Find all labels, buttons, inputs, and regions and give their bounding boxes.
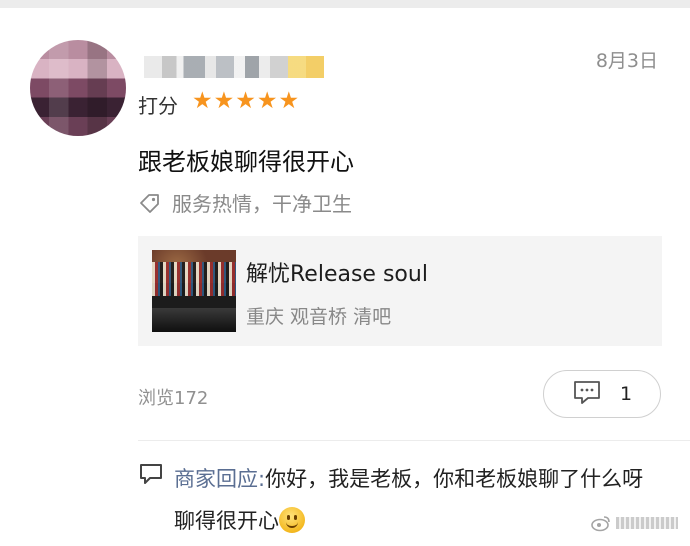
review-text: 跟老板娘聊得很开心 [138,148,354,176]
comment-count: 1 [619,383,633,405]
shop-thumbnail [152,250,236,332]
divider [138,440,690,441]
star-icon: ★ [278,88,300,114]
merchant-reply: 商家回应:你好，我是老板，你和老板娘聊了什么呀聊得很开心 [174,458,654,542]
review-date: 8月3日 [595,50,658,72]
speech-bubble-icon [138,462,164,490]
tag-icon [138,191,162,215]
comment-button[interactable]: 1 [543,370,661,418]
watermark-logo [590,514,678,532]
avatar[interactable] [30,40,126,136]
comment-icon [572,379,602,409]
shop-name: 解忧Release soul [246,262,428,287]
weibo-icon [591,516,610,532]
view-count: 浏览172 [138,388,209,409]
rating-label: 打分 [138,94,178,118]
star-icon: ★ [213,88,235,114]
review-tags: 服务热情，干净卫生 [138,188,352,217]
tags-text: 服务热情，干净卫生 [172,192,352,216]
star-icon: ★ [235,88,256,114]
top-bar [0,0,690,8]
rating-stars: ★ ★ ★ ★ ★ [192,88,299,114]
star-icon: ★ [256,88,278,114]
merchant-reply-label: 商家回应: [174,467,266,491]
shop-card[interactable]: 解忧Release soul 重庆 观音桥 清吧 [138,236,662,346]
star-icon: ★ [192,88,213,114]
bar-shelf-image [152,262,236,296]
shop-meta: 重庆 观音桥 清吧 [246,306,392,328]
username-pixelated[interactable] [144,56,324,78]
bar-counter-image [152,308,236,332]
smiley-emoji-icon [279,507,305,533]
